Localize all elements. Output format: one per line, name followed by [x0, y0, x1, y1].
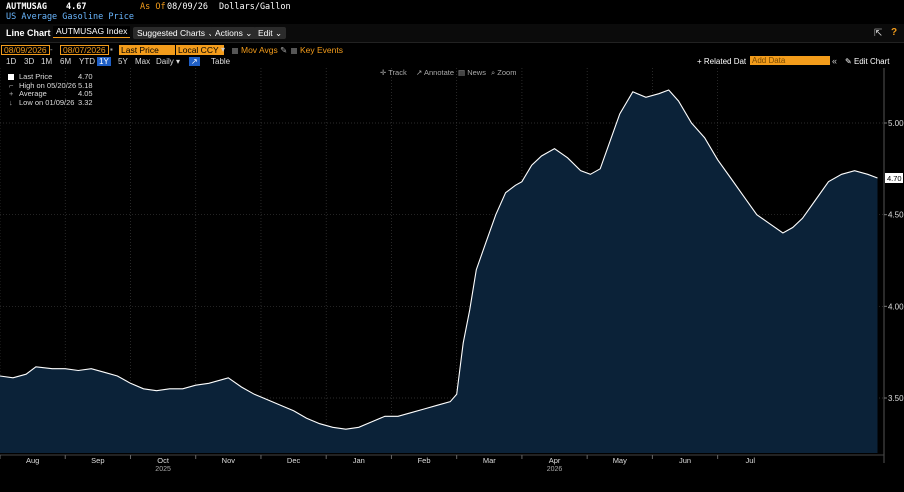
track-tool[interactable]: ✛ Track — [380, 68, 407, 77]
x-tick-label: Jan — [353, 456, 365, 465]
x-tick-label: Oct — [157, 456, 170, 465]
series-area — [0, 90, 878, 453]
x-tick-label: Aug — [26, 456, 39, 465]
series-swatch-icon — [8, 74, 14, 80]
legend-low: ↓ Low on 01/09/26 3.32 — [8, 97, 93, 108]
track-label: Track — [388, 68, 407, 77]
low-marker-icon: ↓ — [9, 97, 13, 107]
y-tick-label: 5.00 — [888, 119, 904, 128]
year-label: 2025 — [155, 466, 171, 473]
y-tick-label: 3.50 — [888, 394, 904, 403]
x-tick-label: Dec — [287, 456, 301, 465]
zoom-tool[interactable]: ⌕ Zoom — [491, 68, 516, 78]
year-label: 2026 — [547, 466, 563, 473]
annotate-tool[interactable]: ↗ Annotate — [416, 68, 454, 77]
x-tick-label: Feb — [418, 456, 431, 465]
legend-value: 3.32 — [78, 97, 93, 107]
y-tick-label: 4.00 — [888, 302, 904, 311]
news-icon: ▤ — [458, 68, 466, 77]
x-tick-label: May — [613, 456, 627, 465]
crosshair-icon: ✛ — [380, 68, 387, 77]
x-tick-label: Mar — [483, 456, 496, 465]
x-tick-label: Nov — [222, 456, 236, 465]
legend: Last Price 4.70 ⌐ High on 05/20/26 5.18 + Av… — [8, 72, 93, 108]
annotate-label: Annotate — [423, 68, 454, 77]
x-tick-label: Jul — [745, 456, 755, 465]
x-tick-label: Jun — [679, 456, 691, 465]
x-tick-label: Sep — [91, 456, 104, 465]
zoom-icon: ⌕ — [491, 68, 496, 77]
y-tick-label: 4.50 — [888, 211, 904, 220]
last-value-label: 4.70 — [887, 174, 902, 183]
news-label: News — [467, 68, 486, 77]
zoom-label: Zoom — [497, 68, 517, 77]
legend-label: Low on 01/09/26 — [19, 97, 75, 107]
x-tick-label: Apr — [549, 456, 561, 465]
annotate-icon: ↗ — [416, 68, 423, 77]
news-tool[interactable]: ▤ News — [458, 68, 486, 77]
